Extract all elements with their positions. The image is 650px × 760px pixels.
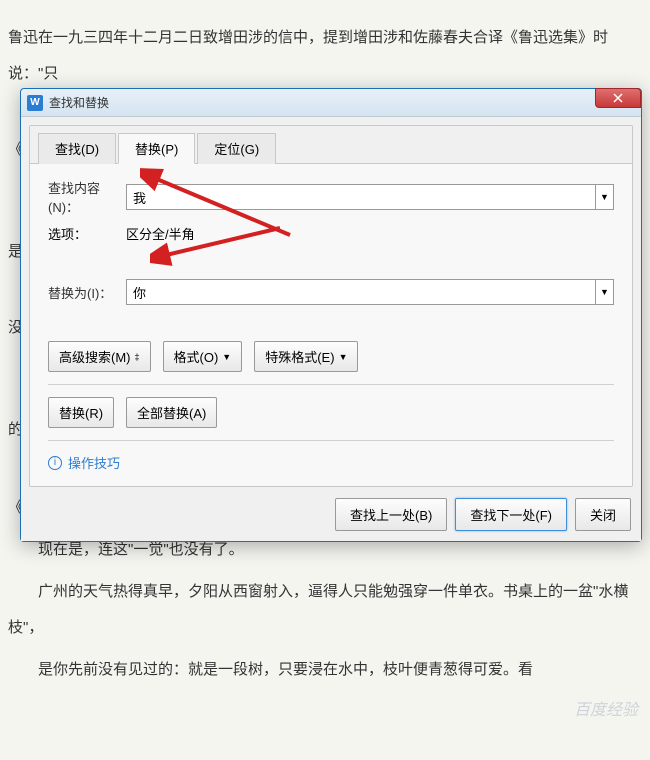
tab-content: 查找内容(N)： ▼ 选项： 区分全/半角 替换为(I)： ▼ 高级搜索(M) … [30,164,632,486]
find-dropdown[interactable]: ▼ [596,184,614,210]
tips-row: i 操作技巧 [48,453,614,472]
find-prev-button[interactable]: 查找上一处(B) [335,498,447,531]
doc-paragraph: 鲁迅在一九三四年十二月二日致增田涉的信中，提到增田涉和佐藤春夫合译《鲁迅选集》时… [8,20,642,92]
dialog-body: 查找(D) 替换(P) 定位(G) 查找内容(N)： ▼ 选项： 区分全/半角 … [21,117,641,541]
dialog-title: 查找和替换 [49,94,109,111]
caret-icon: ‡ [135,352,140,362]
tips-link[interactable]: 操作技巧 [68,453,120,472]
options-row: 选项： 区分全/半角 [48,224,614,243]
tab-bar: 查找(D) 替换(P) 定位(G) [30,126,632,164]
app-icon: W [27,95,43,111]
options-value: 区分全/半角 [126,224,195,243]
replace-button[interactable]: 替换(R) [48,397,114,428]
special-format-button[interactable]: 特殊格式(E) ▼ [254,341,358,372]
dialog-bottom-buttons: 查找上一处(B) 查找下一处(F) 关闭 [335,498,631,531]
replace-dropdown[interactable]: ▼ [596,279,614,305]
find-label: 查找内容(N)： [48,178,126,216]
find-input[interactable] [126,184,596,210]
replace-row: 替换为(I)： ▼ [48,279,614,305]
chevron-down-icon: ▼ [222,352,231,362]
advanced-search-button[interactable]: 高级搜索(M) ‡ [48,341,151,372]
find-replace-dialog: W 查找和替换 查找(D) 替换(P) 定位(G) 查找内容(N)： ▼ 选项：… [20,88,642,542]
watermark: 百度经验 [574,696,638,720]
format-button[interactable]: 格式(O) ▼ [163,341,243,372]
close-icon [613,93,623,103]
doc-paragraph: 是你先前没有见过的：就是一段树，只要浸在水中，枝叶便青葱得可爱。看 [8,652,642,688]
replace-input[interactable] [126,279,596,305]
dialog-panel: 查找(D) 替换(P) 定位(G) 查找内容(N)： ▼ 选项： 区分全/半角 … [29,125,633,487]
dialog-close-button[interactable]: 关闭 [575,498,631,531]
tab-find[interactable]: 查找(D) [38,133,116,164]
close-button[interactable] [595,88,641,108]
find-row: 查找内容(N)： ▼ [48,178,614,216]
chevron-down-icon: ▼ [339,352,348,362]
tab-goto[interactable]: 定位(G) [197,133,276,164]
replace-button-row: 替换(R) 全部替换(A) [48,397,614,428]
info-icon: i [48,456,62,470]
separator [48,440,614,441]
doc-paragraph: 广州的天气热得真早，夕阳从西窗射入，逼得人只能勉强穿一件单衣。书桌上的一盆"水横… [8,574,642,646]
replace-all-button[interactable]: 全部替换(A) [126,397,217,428]
tab-replace[interactable]: 替换(P) [118,133,195,164]
dialog-titlebar[interactable]: W 查找和替换 [21,89,641,117]
replace-label: 替换为(I)： [48,283,126,302]
find-next-button[interactable]: 查找下一处(F) [455,498,567,531]
format-button-row: 高级搜索(M) ‡ 格式(O) ▼ 特殊格式(E) ▼ [48,341,614,372]
options-label: 选项： [48,224,126,243]
separator [48,384,614,385]
